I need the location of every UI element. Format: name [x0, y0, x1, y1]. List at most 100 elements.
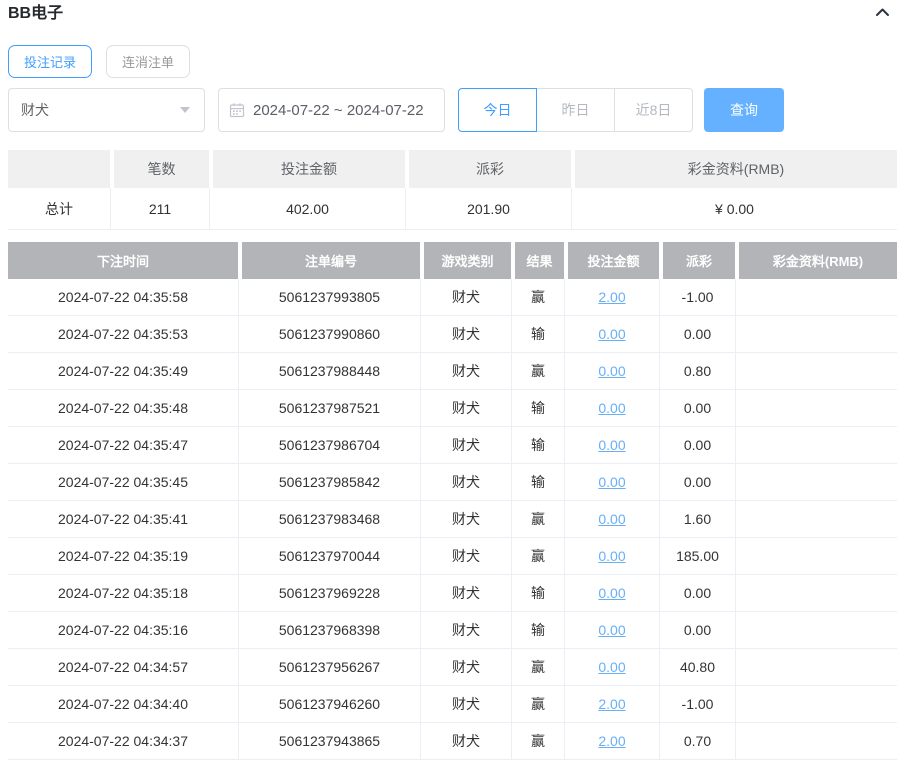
cell-bet: 0.00 [564, 353, 659, 390]
cell-bonus [735, 723, 897, 760]
cell-id: 5061237987521 [238, 390, 420, 427]
table-row: 2024-07-22 04:35:47 5061237986704 财犬 输 0… [8, 427, 897, 464]
cell-payout: -1.00 [659, 686, 735, 723]
summary-total-payout: 201.90 [405, 188, 571, 230]
cell-result: 赢 [511, 279, 564, 316]
cell-id: 5061237943865 [238, 723, 420, 760]
bet-amount-link[interactable]: 0.00 [598, 363, 625, 379]
cell-bet: 0.00 [564, 649, 659, 686]
game-select[interactable]: 财犬 [8, 88, 205, 132]
cell-payout: 0.00 [659, 427, 735, 464]
bet-amount-link[interactable]: 0.00 [598, 437, 625, 453]
bet-amount-link[interactable]: 2.00 [598, 733, 625, 749]
cell-game: 财犬 [420, 501, 511, 538]
cell-id: 5061237985842 [238, 464, 420, 501]
cell-bet: 2.00 [564, 686, 659, 723]
bet-amount-link[interactable]: 2.00 [598, 696, 625, 712]
summary-table: 笔数 投注金额 派彩 彩金资料(RMB) 总计 211 402.00 201.9… [8, 150, 897, 230]
cell-id: 5061237956267 [238, 649, 420, 686]
summary-header-bet-amount: 投注金额 [209, 150, 405, 188]
cell-bet: 2.00 [564, 723, 659, 760]
bet-amount-link[interactable]: 0.00 [598, 474, 625, 490]
table-row: 2024-07-22 04:34:40 5061237946260 财犬 赢 2… [8, 686, 897, 723]
bet-amount-link[interactable]: 0.00 [598, 585, 625, 601]
cell-payout: 40.80 [659, 649, 735, 686]
today-button[interactable]: 今日 [458, 88, 537, 132]
cell-result: 输 [511, 390, 564, 427]
cell-game: 财犬 [420, 612, 511, 649]
records-header-payout: 派彩 [659, 242, 735, 279]
table-row: 2024-07-22 04:35:41 5061237983468 财犬 赢 0… [8, 501, 897, 538]
cell-result: 输 [511, 612, 564, 649]
cell-bonus [735, 575, 897, 612]
cell-payout: -1.00 [659, 279, 735, 316]
caret-down-icon [180, 107, 190, 113]
game-select-value: 财犬 [21, 102, 49, 118]
table-row: 2024-07-22 04:35:49 5061237988448 财犬 赢 0… [8, 353, 897, 390]
bet-amount-link[interactable]: 0.00 [598, 400, 625, 416]
cell-result: 赢 [511, 649, 564, 686]
page-title: BB电子 [8, 5, 64, 22]
cell-id: 5061237990860 [238, 316, 420, 353]
cell-result: 输 [511, 464, 564, 501]
summary-total-row: 总计 211 402.00 201.90 ¥ 0.00 [8, 188, 897, 230]
cell-bet: 0.00 [564, 427, 659, 464]
cell-game: 财犬 [420, 575, 511, 612]
cell-game: 财犬 [420, 538, 511, 575]
bet-amount-link[interactable]: 0.00 [598, 548, 625, 564]
table-row: 2024-07-22 04:35:58 5061237993805 财犬 赢 2… [8, 279, 897, 316]
calendar-icon [229, 102, 245, 118]
cell-time: 2024-07-22 04:35:53 [8, 316, 238, 353]
cell-bonus [735, 612, 897, 649]
date-range-picker[interactable]: 2024-07-22 ~ 2024-07-22 [218, 88, 445, 132]
cell-payout: 0.00 [659, 464, 735, 501]
summary-header-row: 笔数 投注金额 派彩 彩金资料(RMB) [8, 150, 897, 188]
cell-bonus [735, 538, 897, 575]
bet-amount-link[interactable]: 0.00 [598, 659, 625, 675]
bet-amount-link[interactable]: 0.00 [598, 511, 625, 527]
records-header-bet-id: 注单编号 [238, 242, 420, 279]
cell-game: 财犬 [420, 390, 511, 427]
cell-bet: 0.00 [564, 464, 659, 501]
summary-total-count: 211 [110, 188, 209, 230]
bet-amount-link[interactable]: 0.00 [598, 326, 625, 342]
cell-payout: 0.00 [659, 316, 735, 353]
records-header-bet-amount: 投注金额 [564, 242, 659, 279]
cell-time: 2024-07-22 04:35:18 [8, 575, 238, 612]
cell-time: 2024-07-22 04:35:48 [8, 390, 238, 427]
cell-bet: 0.00 [564, 538, 659, 575]
tab-bet-records[interactable]: 投注记录 [8, 45, 93, 78]
chevron-up-icon [874, 5, 891, 24]
yesterday-button[interactable]: 昨日 [536, 88, 615, 132]
cell-game: 财犬 [420, 316, 511, 353]
summary-header-empty [8, 150, 110, 188]
cell-payout: 0.00 [659, 612, 735, 649]
collapse-panel-button[interactable] [874, 5, 897, 24]
cell-bonus [735, 279, 897, 316]
cell-result: 赢 [511, 538, 564, 575]
filter-row: 财犬 2024-07-22 ~ 2024-07-22 今日 昨日 近8日 查询 [8, 88, 897, 132]
cell-id: 5061237988448 [238, 353, 420, 390]
cell-payout: 0.00 [659, 390, 735, 427]
bet-amount-link[interactable]: 0.00 [598, 622, 625, 638]
cell-bonus [735, 353, 897, 390]
cell-bonus [735, 427, 897, 464]
last-8-days-button[interactable]: 近8日 [614, 88, 693, 132]
search-button[interactable]: 查询 [704, 88, 784, 132]
cell-time: 2024-07-22 04:35:47 [8, 427, 238, 464]
cell-id: 5061237968398 [238, 612, 420, 649]
records-header-game-type: 游戏类别 [420, 242, 511, 279]
cell-payout: 1.60 [659, 501, 735, 538]
records-table: 下注时间 注单编号 游戏类别 结果 投注金额 派彩 彩金资料(RMB) 2024… [8, 242, 897, 760]
records-header-time: 下注时间 [8, 242, 238, 279]
cell-bonus [735, 390, 897, 427]
summary-header-count: 笔数 [110, 150, 209, 188]
cell-time: 2024-07-22 04:34:40 [8, 686, 238, 723]
records-header-row: 下注时间 注单编号 游戏类别 结果 投注金额 派彩 彩金资料(RMB) [8, 242, 897, 279]
titlebar: BB电子 [8, 4, 897, 24]
bet-amount-link[interactable]: 2.00 [598, 289, 625, 305]
cell-bonus [735, 649, 897, 686]
cell-bet: 0.00 [564, 390, 659, 427]
cell-result: 输 [511, 575, 564, 612]
tab-cancelled-bets[interactable]: 连消注单 [106, 45, 191, 78]
